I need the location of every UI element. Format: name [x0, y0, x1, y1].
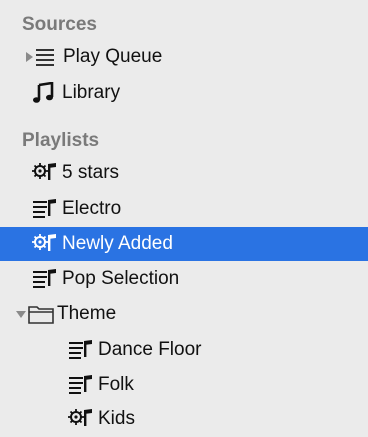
sidebar-item-label: Electro [62, 198, 122, 219]
sources-header: Sources [22, 14, 97, 35]
sidebar-item-label: Kids [98, 408, 135, 429]
smart-playlist-icon [68, 409, 92, 426]
sidebar-item-newly-added[interactable]: Newly Added [0, 227, 368, 261]
sidebar-item-label: Play Queue [63, 46, 163, 67]
smart-playlist-icon [32, 234, 56, 251]
sidebar-item-5-stars[interactable]: 5 stars [0, 156, 368, 190]
playlist-icon [33, 199, 56, 218]
disclosure-triangle-icon[interactable] [16, 310, 26, 318]
music-note-icon [33, 82, 54, 103]
sidebar-item-label: Library [62, 82, 121, 103]
sidebar-item-label: Folk [98, 374, 134, 395]
sidebar-item-folk[interactable]: Folk [0, 368, 368, 402]
sidebar-item-pop-selection[interactable]: Pop Selection [0, 262, 368, 296]
sidebar-item-electro[interactable]: Electro [0, 192, 368, 226]
sidebar-item-library[interactable]: Library [0, 76, 368, 110]
sidebar-item-label: Theme [57, 303, 117, 324]
playlist-icon [69, 375, 92, 394]
sidebar-item-label: Pop Selection [62, 268, 180, 289]
sidebar-item-label: Dance Floor [98, 339, 202, 360]
play-queue-icon [36, 49, 54, 66]
sidebar-item-play-queue[interactable]: Play Queue [0, 40, 368, 74]
sidebar-item-theme[interactable]: Theme [0, 297, 368, 331]
playlist-icon [69, 340, 92, 359]
sidebar-item-dance-floor[interactable]: Dance Floor [0, 333, 368, 367]
sidebar-item-kids[interactable]: Kids [0, 402, 368, 436]
playlists-header: Playlists [22, 130, 100, 151]
smart-playlist-icon [32, 163, 56, 180]
disclosure-triangle-icon[interactable] [26, 52, 33, 62]
folder-icon [28, 306, 54, 324]
sidebar-item-label: 5 stars [62, 162, 120, 183]
playlist-icon [33, 269, 56, 288]
sidebar-item-label: Newly Added [62, 233, 173, 254]
sidebar: Sources Play Queue Library Playlists 5 s… [0, 0, 368, 437]
